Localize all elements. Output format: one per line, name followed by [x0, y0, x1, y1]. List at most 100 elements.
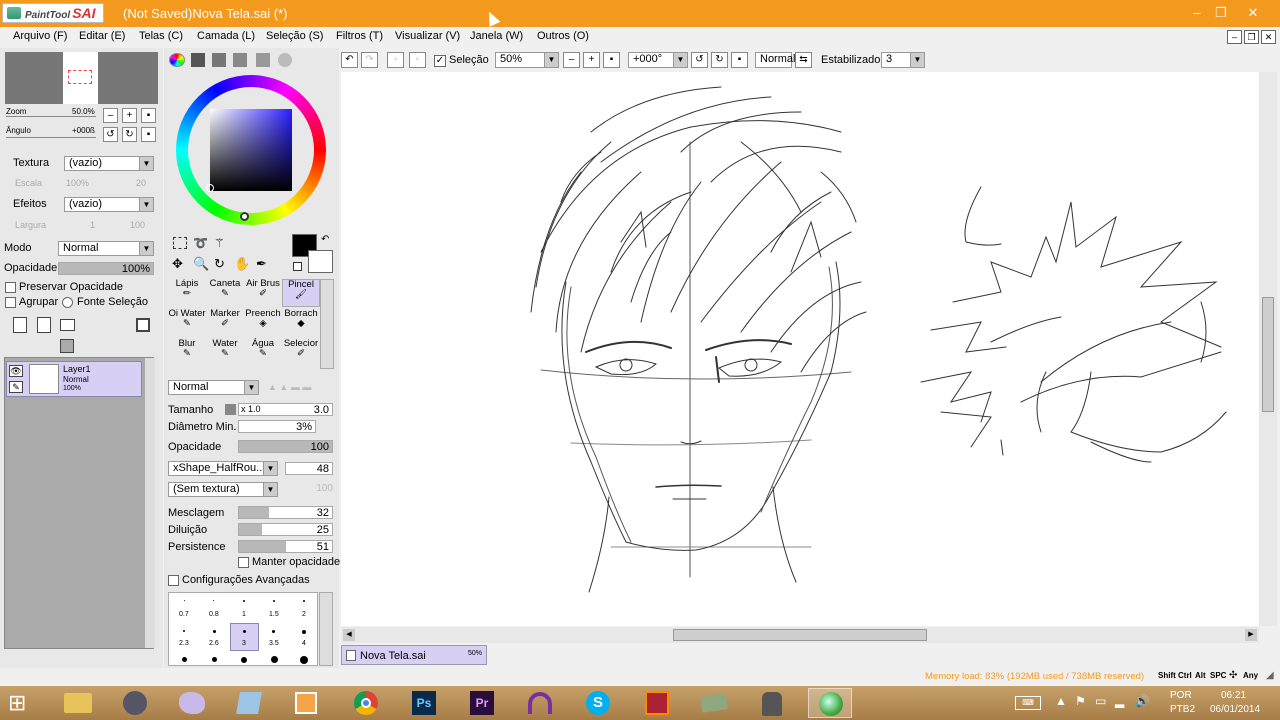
resize-grip-icon[interactable]: ◢	[1266, 670, 1274, 681]
windows-start-icon[interactable]: ⊞	[8, 690, 38, 716]
brush-texture-dropdown[interactable]: (Sem textura) ▼	[168, 482, 278, 497]
swatches-tab-icon[interactable]	[233, 53, 247, 67]
rotate-left-button[interactable]: ↺	[103, 127, 118, 142]
brush-size-preset[interactable]: 0.8	[209, 611, 219, 618]
rect-select-icon[interactable]	[173, 237, 187, 249]
zoom-dropdown[interactable]: 50% ▼	[495, 52, 559, 68]
selection-checkbox[interactable]: ✓	[434, 55, 446, 67]
angle-slider[interactable]	[6, 137, 96, 140]
taskbar-media[interactable]	[113, 688, 157, 718]
vertical-scroll-thumb[interactable]	[1262, 297, 1274, 412]
brush-size-preset[interactable]: 4	[302, 640, 306, 647]
taskbar-paint-tool-sai[interactable]	[808, 688, 852, 718]
taskbar-notes[interactable]	[227, 688, 271, 718]
tray-expand-icon[interactable]: ▲	[1055, 694, 1067, 708]
persistence-slider[interactable]: 51	[238, 540, 333, 553]
menu-arquivo[interactable]: Arquivo (F)	[13, 30, 67, 42]
blend-slider[interactable]: 32	[238, 506, 333, 519]
saturation-value-square[interactable]	[210, 109, 292, 191]
new-layer-icon[interactable]	[13, 317, 27, 333]
tool-agua[interactable]: Água ✎	[244, 339, 282, 367]
tool-brush[interactable]: Pincel 🖌	[282, 279, 320, 307]
menu-selecao[interactable]: Seleção (S)	[266, 30, 323, 42]
user-swatch-tab-icon[interactable]	[278, 53, 292, 67]
deselect-button[interactable]: ▫	[387, 52, 404, 68]
scroll-left-icon[interactable]: ◀	[343, 629, 355, 641]
tool-fill[interactable]: Preench ◈	[244, 309, 282, 337]
merge-layer-icon[interactable]	[60, 339, 74, 353]
color-picker-cursor[interactable]	[206, 184, 214, 192]
tool-marker[interactable]: Marker ✐	[206, 309, 244, 337]
preserve-opacity-checkbox[interactable]	[5, 282, 16, 293]
taskbar-paint[interactable]	[170, 688, 214, 718]
mdi-restore-button[interactable]: ❐	[1244, 30, 1259, 44]
battery-icon[interactable]: ▭	[1095, 694, 1106, 708]
swap-colors-icon[interactable]: ↶	[321, 234, 329, 245]
zoom-in-button[interactable]: +	[122, 108, 137, 123]
volume-icon[interactable]: 🔊	[1135, 694, 1150, 708]
taskbar-video[interactable]	[284, 688, 328, 718]
taskbar-premiere[interactable]: Pr	[460, 688, 504, 718]
taskbar-game[interactable]	[635, 688, 679, 718]
clock-time[interactable]: 06:21	[1221, 690, 1246, 701]
brush-size-preset[interactable]: 3	[242, 640, 246, 647]
layer-row[interactable]: 👁 ✎ Layer1 Normal 100%	[6, 361, 142, 397]
brush-size-preset[interactable]: 1	[242, 611, 246, 618]
zoom-out-button[interactable]: –	[103, 108, 118, 123]
layer-opacity-slider[interactable]: 100%	[58, 262, 154, 275]
eye-icon[interactable]: 👁	[9, 365, 23, 377]
zoom-reset-button[interactable]: ▪	[141, 108, 156, 123]
menu-editar[interactable]: Editar (E)	[79, 30, 125, 42]
drawing-canvas[interactable]	[341, 72, 1259, 626]
taskbar-skype[interactable]: S	[576, 688, 620, 718]
brush-opacity-slider[interactable]: 100	[238, 440, 333, 453]
canvas-horizontal-scrollbar[interactable]: ◀ ▶	[341, 627, 1259, 643]
layer-list-scrollbar[interactable]	[145, 358, 155, 648]
minimize-button[interactable]: –	[1184, 4, 1210, 22]
lasso-icon[interactable]: ➰	[193, 236, 208, 250]
advanced-settings-checkbox[interactable]	[168, 575, 179, 586]
new-linework-layer-icon[interactable]	[37, 317, 51, 333]
texture-dropdown[interactable]: (vazio) ▼	[64, 156, 154, 171]
hsv-slider-tab-icon[interactable]	[212, 53, 226, 67]
keep-opacity-checkbox[interactable]	[238, 557, 249, 568]
taskbar-photoshop[interactable]: Ps	[402, 688, 446, 718]
redo-button[interactable]: ↷	[361, 52, 378, 68]
color-wheel-tab-icon[interactable]	[169, 53, 185, 67]
new-folder-icon[interactable]	[60, 319, 75, 331]
navigator-preview[interactable]	[5, 52, 158, 104]
rotate-right-button[interactable]: ↻	[122, 127, 137, 142]
group-checkbox[interactable]	[5, 297, 16, 308]
menu-telas[interactable]: Telas (C)	[139, 30, 183, 42]
mdi-minimize-button[interactable]: –	[1227, 30, 1242, 44]
selection-source-radio[interactable]	[62, 297, 73, 308]
tool-airbrush[interactable]: Air Brus ✐	[244, 279, 282, 307]
tool-blur[interactable]: Blur ✎	[168, 339, 206, 367]
maximize-button[interactable]: ❐	[1208, 4, 1234, 22]
zoom-icon[interactable]: 🔍	[193, 256, 209, 272]
tool-pencil[interactable]: Lápis ✏	[168, 279, 206, 307]
rotate-reset-button[interactable]: ▪	[141, 127, 156, 142]
angle-dropdown[interactable]: +000° ▼	[628, 52, 688, 68]
menu-janela[interactable]: Janela (W)	[470, 30, 523, 42]
canvas-zoom-out-button[interactable]: –	[563, 52, 580, 68]
brush-size-preset[interactable]: 3.5	[269, 640, 279, 647]
taskbar-character[interactable]	[750, 688, 794, 718]
tool-oil-water[interactable]: Oi Water ✎	[168, 309, 206, 337]
brush-size-preset[interactable]: 0.7	[179, 611, 189, 618]
input-language[interactable]: POR	[1170, 690, 1192, 701]
magic-wand-icon[interactable]: ⚚	[214, 236, 225, 250]
signal-icon[interactable]: ▂	[1115, 694, 1124, 708]
rgb-slider-tab-icon[interactable]	[191, 53, 205, 67]
menu-filtros[interactable]: Filtros (T)	[336, 30, 383, 42]
taskbar-tablet[interactable]	[692, 688, 736, 718]
brush-blend-dropdown[interactable]: Normal ▼	[168, 380, 259, 395]
keyboard-layout[interactable]: PTB2	[1170, 704, 1195, 715]
transparent-color-icon[interactable]	[293, 262, 302, 271]
invert-selection-button[interactable]: ▫	[409, 52, 426, 68]
mdi-close-button[interactable]: ✕	[1261, 30, 1276, 44]
menu-visualizar[interactable]: Visualizar (V)	[395, 30, 460, 42]
min-diameter-slider[interactable]: 3%	[238, 420, 316, 433]
menu-outros[interactable]: Outros (O)	[537, 30, 589, 42]
dilution-slider[interactable]: 25	[238, 523, 333, 536]
